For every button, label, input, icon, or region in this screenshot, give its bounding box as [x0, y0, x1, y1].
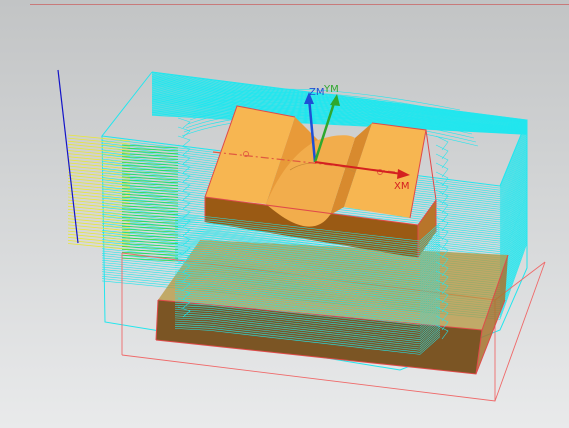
approach-move	[67, 140, 131, 148]
approach-move	[67, 212, 131, 219]
engage-move	[121, 185, 179, 189]
approach-move	[67, 218, 131, 226]
graphics-viewport[interactable]: ZM YM XM	[0, 0, 569, 428]
approach-move	[67, 174, 131, 182]
approach-move	[67, 147, 131, 154]
engage-move	[121, 153, 179, 158]
approach-move	[67, 202, 131, 210]
x-axis-label: XM	[394, 181, 409, 192]
approach-move	[67, 168, 131, 176]
approach-move	[67, 181, 131, 188]
approach-move	[67, 190, 131, 198]
engage-move	[121, 159, 179, 163]
approach-move	[67, 193, 131, 201]
approach-move	[67, 159, 131, 167]
engage-move	[121, 217, 179, 221]
engage-move	[121, 211, 179, 216]
engage-move	[121, 179, 179, 184]
engage-move	[121, 173, 179, 178]
tool-axis-line	[57, 69, 79, 244]
z-axis-label: ZM	[309, 87, 324, 98]
approach-move	[67, 156, 131, 164]
toolpath-left-wall	[177, 117, 191, 129]
approach-move	[67, 221, 131, 229]
cam-3d-scene[interactable]: ZM YM XM	[0, 0, 569, 428]
approach-move	[67, 137, 131, 145]
approach-move	[67, 209, 131, 216]
engage-move	[121, 147, 179, 152]
approach-move	[67, 184, 131, 191]
approach-move	[67, 199, 131, 207]
approach-move	[67, 243, 131, 250]
toolpath-left-wall	[177, 135, 191, 147]
approach-move	[67, 150, 131, 157]
approach-move	[67, 165, 131, 173]
y-axis-label: YM	[323, 84, 339, 95]
